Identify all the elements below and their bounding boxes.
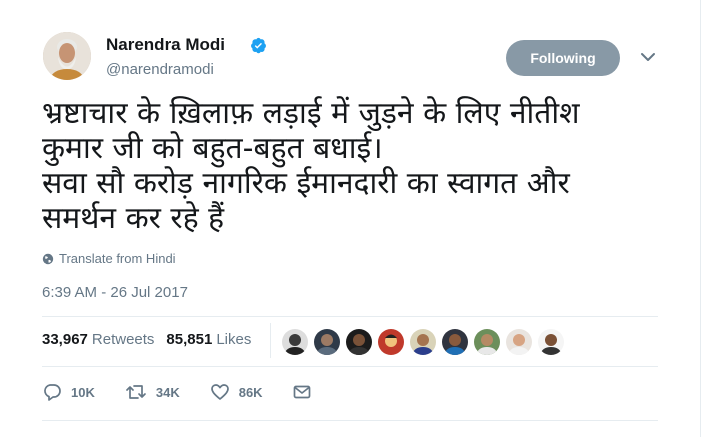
like-count: 85,851 [166,331,213,348]
retweet-count: 34K [155,384,180,400]
globe-icon [42,253,54,264]
liker-avatar[interactable] [474,329,500,355]
liker-avatar[interactable] [314,329,340,355]
retweet-label: Retweets [91,331,155,348]
retweet-icon [126,385,146,399]
like-count: 86K [238,384,263,400]
divider [42,366,658,367]
tweet-text: भ्रष्टाचार के ख़िलाफ़ लड़ाई में जुड़ने क… [42,96,662,236]
author-handle[interactable]: @narendramodi [106,61,214,78]
tweet-line: समर्थन कर रहे हैं [42,201,225,236]
liker-avatar[interactable] [410,329,436,355]
stats-divider [270,323,271,358]
likes-stat[interactable]: 85,851 Likes [166,331,251,348]
reply-icon [44,384,61,401]
reply-count: 10K [71,384,95,400]
tweet-line: सवा सौ करोड़ नागरिक ईमानदारी का स्वागत औ… [42,166,570,201]
retweets-stat[interactable]: 33,967 Retweets [42,331,154,348]
liker-avatars [282,329,564,355]
liker-avatar[interactable] [506,329,532,355]
translate-link[interactable]: Translate from Hindi [42,251,176,266]
liker-avatar[interactable] [346,329,372,355]
chevron-down-icon[interactable] [640,51,656,63]
like-button[interactable]: 86K [210,382,263,402]
liker-avatar[interactable] [442,329,468,355]
like-label: Likes [216,331,252,348]
heart-icon [210,384,229,400]
envelope-icon [293,385,310,399]
reply-button[interactable]: 10K [42,382,95,402]
author-avatar[interactable] [43,32,91,80]
verified-badge-icon [251,37,266,54]
divider [42,420,658,421]
tweet-actions: 10K 34K 86K [42,382,341,402]
retweet-button[interactable]: 34K [125,382,180,402]
liker-avatar[interactable] [538,329,564,355]
tweet-card: Narendra Modi @narendramodi Following भ्… [0,0,701,437]
tweet-timestamp[interactable]: 6:39 AM - 26 Jul 2017 [42,284,188,301]
direct-message-button[interactable] [293,384,311,400]
tweet-line: कुमार जी को बहुत-बहुत बधाई। [42,131,383,166]
retweet-count: 33,967 [42,331,88,348]
tweet-line: भ्रष्टाचार के ख़िलाफ़ लड़ाई में जुड़ने क… [42,96,580,131]
liker-avatar[interactable] [378,329,404,355]
author-name[interactable]: Narendra Modi [106,35,225,55]
liker-avatar[interactable] [282,329,308,355]
tweet-stats: 33,967 Retweets 85,851 Likes [42,331,251,348]
following-button[interactable]: Following [506,40,620,76]
translate-label[interactable]: Translate from Hindi [59,251,176,266]
divider [42,316,658,317]
